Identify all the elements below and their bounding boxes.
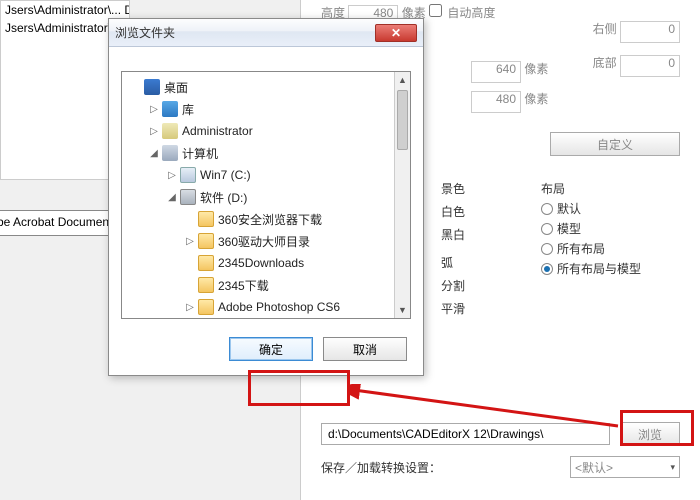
tree-item[interactable]: 360安全浏览器下载 [122, 208, 394, 230]
tree-item-label: 2345下载 [218, 277, 269, 294]
tree-item[interactable]: 2345下载 [122, 274, 394, 296]
width-640[interactable]: 640 [471, 61, 521, 83]
right-label: 右侧 [593, 22, 617, 36]
ok-button[interactable]: 确定 [229, 337, 313, 361]
scrollbar[interactable]: ▲ ▼ [394, 72, 410, 318]
user-icon [162, 123, 178, 139]
close-button[interactable]: ✕ [375, 24, 417, 42]
tree-item-label: 软件 (D:) [200, 189, 247, 206]
tree-item-label: Administrator [182, 124, 253, 138]
tree-item[interactable]: 桌面 [122, 76, 394, 98]
expander-icon[interactable]: ◢ [166, 192, 178, 203]
radio-default[interactable] [541, 203, 553, 215]
layout-title: 布局 [541, 180, 641, 197]
tree-item[interactable]: ▷库 [122, 98, 394, 120]
tree-item[interactable]: 2345Downloads [122, 252, 394, 274]
annotation-browse-box [620, 410, 694, 446]
right-input[interactable]: 0 [620, 21, 680, 43]
scroll-thumb[interactable] [397, 90, 408, 150]
computer-icon [162, 145, 178, 161]
auto-height-checkbox[interactable] [429, 4, 442, 17]
chevron-down-icon: ▾ [670, 462, 675, 473]
tree-item[interactable]: ▷ 360驱动大师目录 [122, 230, 394, 252]
tree-item-label: Win7 (C:) [200, 168, 251, 182]
scroll-up-icon[interactable]: ▲ [395, 72, 410, 88]
height-480[interactable]: 480 [471, 91, 521, 113]
folder-icon [198, 255, 214, 271]
close-icon: ✕ [391, 26, 401, 40]
radio-all-model[interactable] [541, 263, 553, 275]
lib-icon [162, 101, 178, 117]
cancel-button[interactable]: 取消 [323, 337, 407, 361]
annotation-ok-box [248, 370, 350, 406]
expander-icon[interactable]: ▷ [148, 126, 160, 137]
folder-tree[interactable]: 桌面▷库▷Administrator◢计算机▷Win7 (C:)◢软件 (D:)… [122, 72, 394, 318]
browse-folder-dialog: 浏览文件夹 ✕ 桌面▷库▷Administrator◢计算机▷Win7 (C:)… [108, 18, 424, 376]
tree-item[interactable]: ◢ 计算机 [122, 142, 394, 164]
bottom-label: 底部 [593, 56, 617, 70]
dialog-title: 浏览文件夹 [115, 24, 375, 41]
save-load-label: 保存／加载转换设置： [321, 459, 441, 476]
tree-item[interactable]: ▷ Win7 (C:) [122, 164, 394, 186]
expander-icon[interactable]: ▷ [184, 236, 196, 247]
scroll-down-icon[interactable]: ▼ [395, 302, 410, 318]
arc-split: 分割 [441, 277, 465, 294]
cdrive-icon [180, 167, 196, 183]
color-title: 景色 [441, 180, 465, 197]
tree-item[interactable]: ◢ 软件 (D:) [122, 186, 394, 208]
bottom-input[interactable]: 0 [620, 55, 680, 77]
desktop-icon [144, 79, 160, 95]
tree-item-label: 计算机 [182, 145, 218, 162]
expander-icon[interactable]: ▷ [184, 302, 196, 313]
folder-icon [198, 211, 214, 227]
auto-height-label: 自动高度 [447, 6, 495, 20]
drive-icon [180, 189, 196, 205]
expander-icon[interactable]: ◢ [148, 148, 160, 159]
folder-icon [198, 299, 214, 315]
folder-icon [198, 277, 214, 293]
tree-item[interactable]: ▷ Administrator [122, 120, 394, 142]
arc-smooth: 平滑 [441, 300, 465, 317]
tree-item-label: 2345Downloads [218, 256, 304, 270]
settings-dropdown[interactable]: <默认> ▾ [570, 456, 680, 478]
color-bw: 黑白 [441, 226, 465, 243]
tree-item-label: 桌面 [164, 79, 188, 96]
tree-item-label: 库 [182, 101, 194, 118]
file-list-row: Jsers\Administrator\... DWG [1, 1, 129, 19]
expander-icon[interactable]: ▷ [148, 104, 160, 115]
radio-model[interactable] [541, 223, 553, 235]
arc-title: 弧 [441, 254, 465, 271]
tree-item-label: Adobe Photoshop CS6 [218, 300, 340, 314]
expander-icon[interactable]: ▷ [166, 170, 178, 181]
radio-all[interactable] [541, 243, 553, 255]
custom-button[interactable]: 自定义 [550, 132, 680, 156]
folder-icon [198, 233, 214, 249]
output-path-input[interactable] [321, 423, 610, 445]
tree-item[interactable]: ▷ Adobe Photoshop CS6 [122, 296, 394, 318]
dialog-title-bar[interactable]: 浏览文件夹 ✕ [109, 19, 423, 47]
color-white: 白色 [441, 203, 465, 220]
folder-tree-container: 桌面▷库▷Administrator◢计算机▷Win7 (C:)◢软件 (D:)… [121, 71, 411, 319]
tree-item-label: 360安全浏览器下载 [218, 211, 322, 228]
tree-item-label: 360驱动大师目录 [218, 233, 310, 250]
